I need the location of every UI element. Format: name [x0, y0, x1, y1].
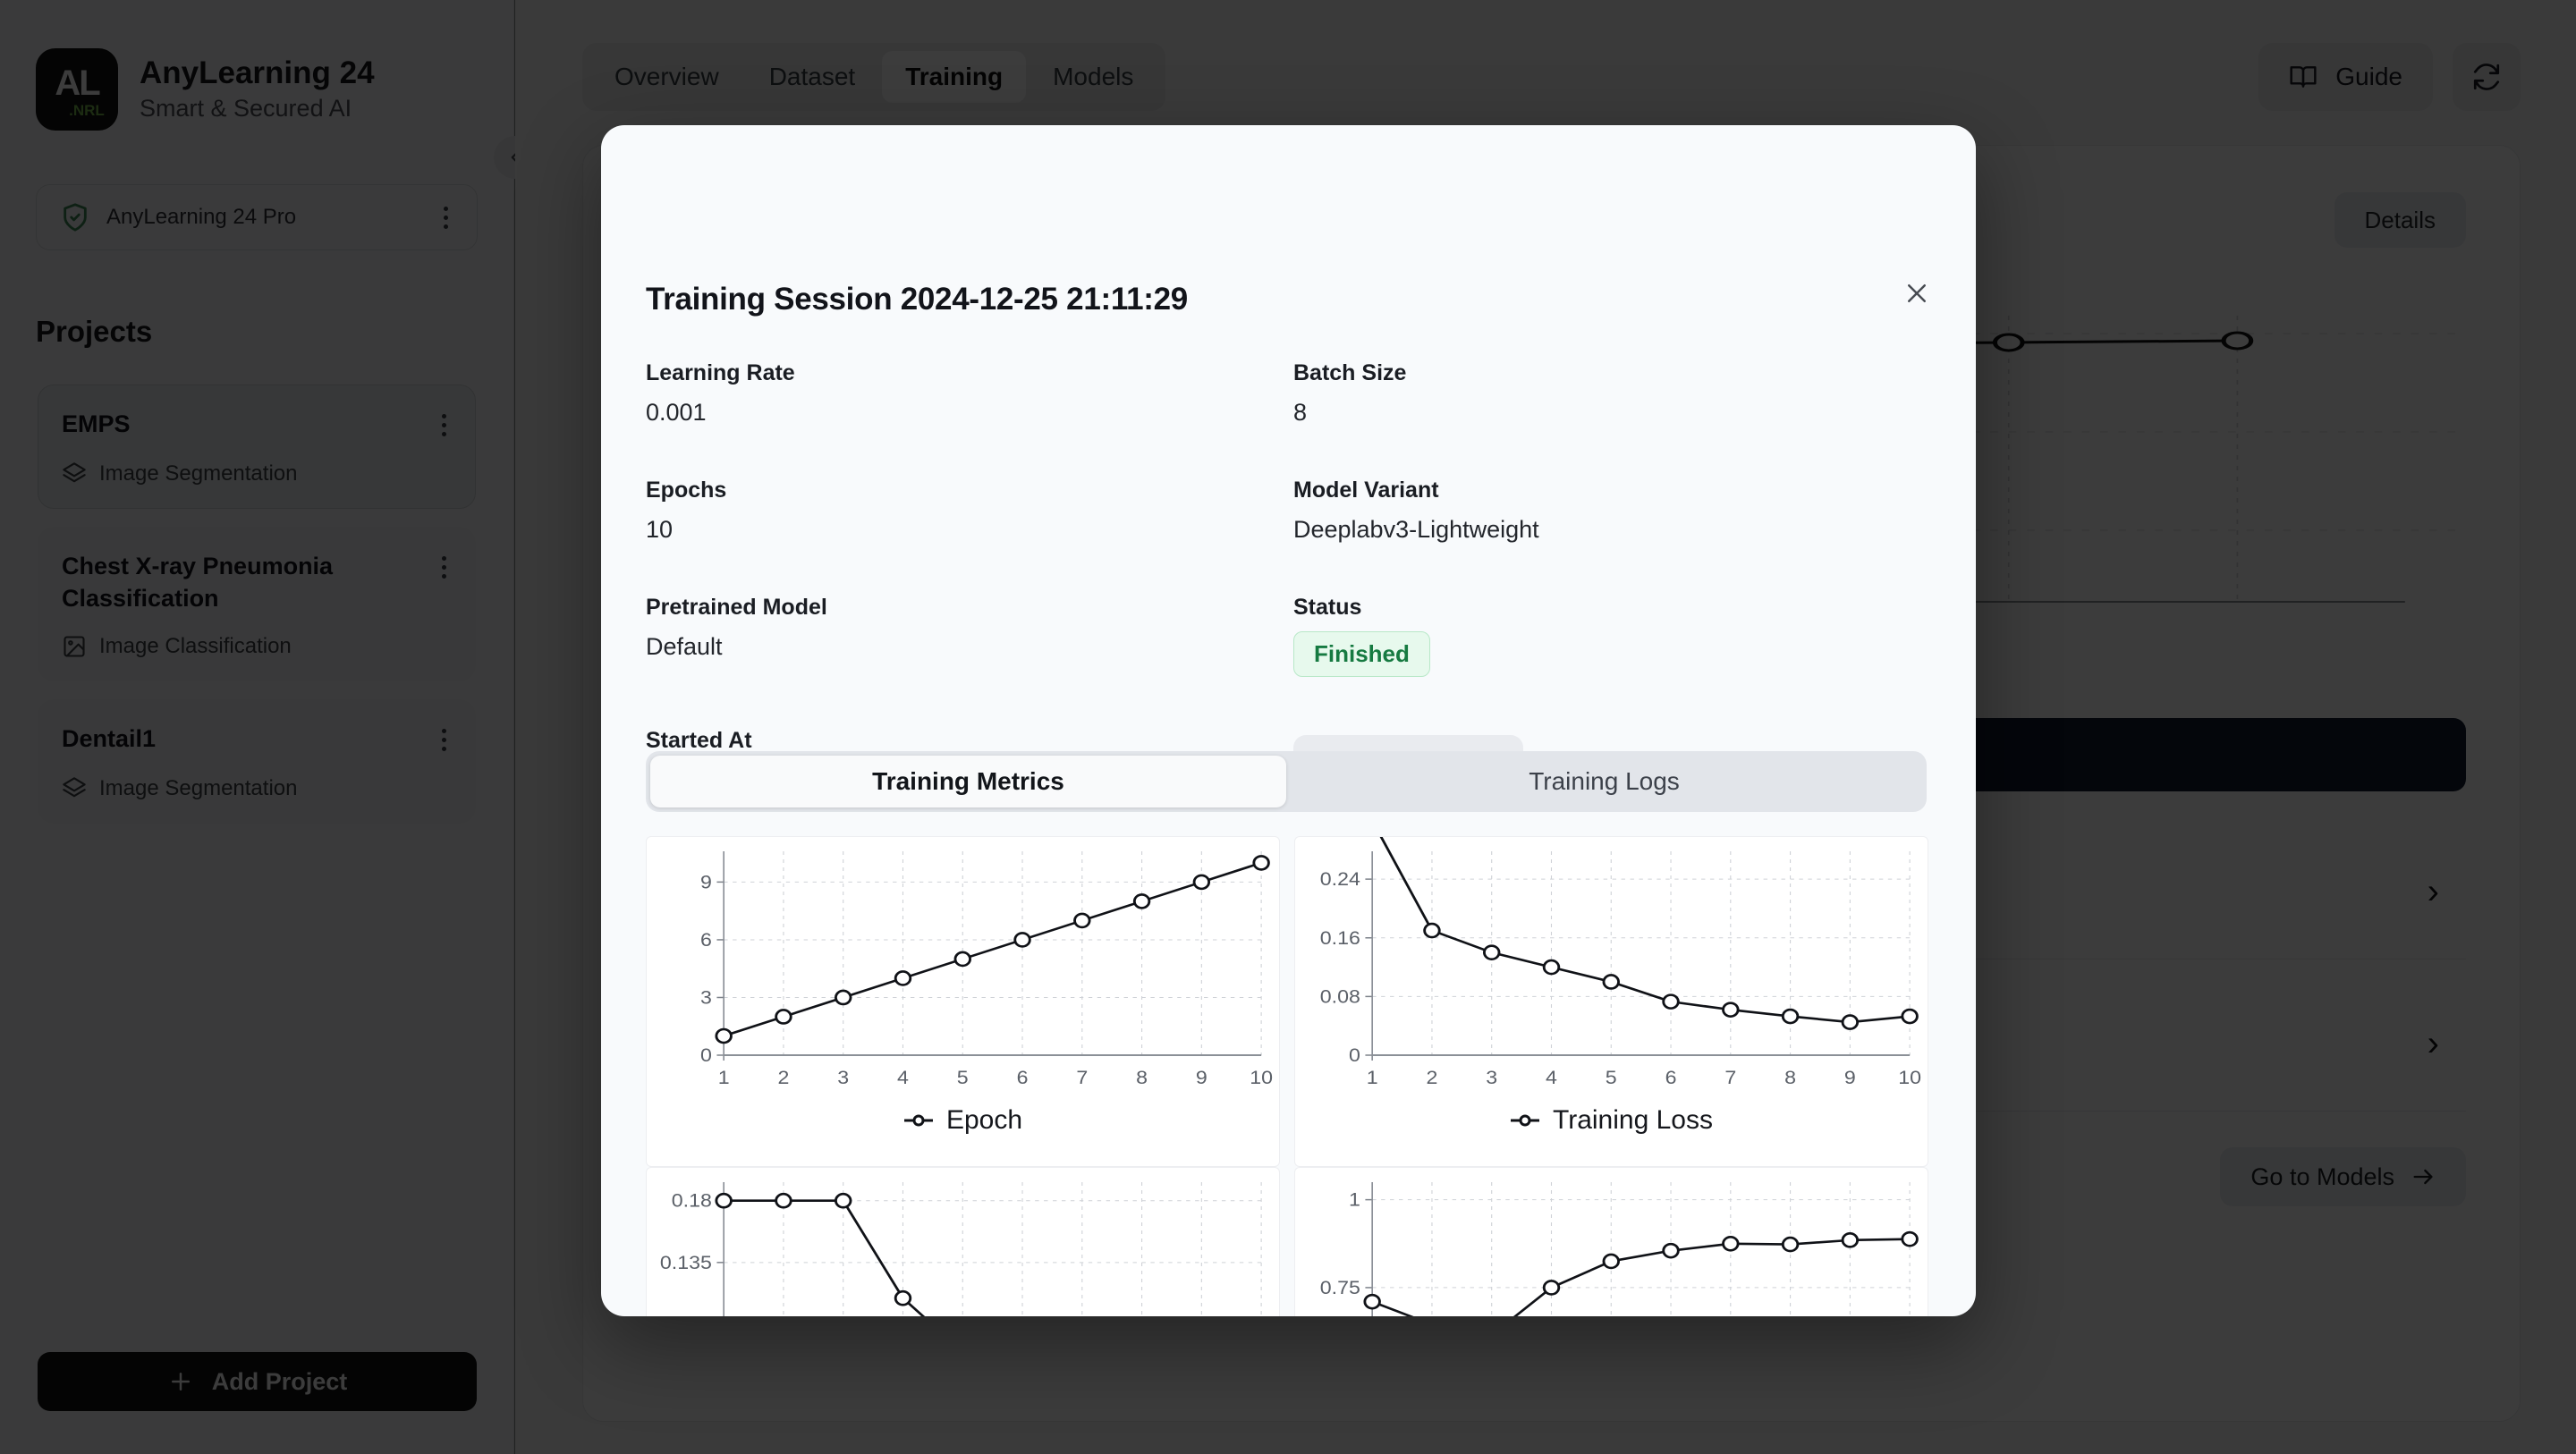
svg-text:4: 4: [1546, 1067, 1557, 1088]
tab-training-metrics[interactable]: Training Metrics: [650, 756, 1286, 807]
tab-training-logs[interactable]: Training Logs: [1286, 756, 1922, 807]
svg-text:0: 0: [1349, 1044, 1360, 1066]
training-session-modal: Training Session 2024-12-25 21:11:29 Lea…: [601, 125, 1976, 1316]
svg-text:4: 4: [897, 1067, 909, 1088]
svg-text:1: 1: [1349, 1189, 1360, 1211]
svg-text:3: 3: [1486, 1067, 1497, 1088]
field-label: Model Variant: [1293, 478, 1439, 503]
svg-text:0.75: 0.75: [1320, 1277, 1360, 1298]
field-label: Epochs: [646, 478, 727, 503]
svg-text:5: 5: [957, 1067, 969, 1088]
svg-text:0.135: 0.135: [660, 1252, 712, 1273]
session-details: Learning Rate 0.001 Batch Size 8 Epochs …: [646, 360, 1925, 794]
field-label: Batch Size: [1293, 360, 1407, 385]
metrics-chart-grid: 0 3 6 9 1 2 3 4 5 6 7 8 9 10 Epoch 0 0.08 0.16 0.24 1 2 3 4 5…: [646, 836, 1928, 1316]
field-label: Status: [1293, 595, 1362, 620]
svg-text:1: 1: [718, 1067, 730, 1088]
close-button[interactable]: [1894, 270, 1940, 317]
svg-text:0.09: 0.09: [672, 1314, 712, 1316]
svg-text:9: 9: [1196, 1067, 1208, 1088]
svg-text:7: 7: [1724, 1067, 1736, 1088]
chart-legend: Training Loss: [1295, 1105, 1928, 1136]
chart-legend-label: Epoch: [945, 1105, 1023, 1135]
chart-card-training-loss: 0 0.08 0.16 0.24 1 2 3 4 5 6 7 8 9 10 Training Loss: [1294, 836, 1928, 1167]
svg-text:10: 10: [1898, 1067, 1921, 1088]
svg-text:6: 6: [1017, 1067, 1029, 1088]
svg-text:0.08: 0.08: [1320, 985, 1360, 1007]
status-badge: Finished: [1293, 631, 1430, 677]
svg-text:10: 10: [1250, 1067, 1273, 1088]
learning-rate-chart: 0.090.1350.1812345678910: [660, 1182, 1262, 1316]
field-learning-rate: Learning Rate 0.001: [646, 360, 1293, 427]
field-label: Started At: [646, 728, 752, 753]
svg-text:5: 5: [1606, 1067, 1617, 1088]
field-model-variant: Model Variant Deeplabv3-Lightweight: [1293, 478, 1925, 544]
svg-text:0.24: 0.24: [1320, 868, 1360, 890]
field-label: Learning Rate: [646, 360, 795, 385]
svg-text:3: 3: [700, 986, 712, 1008]
training-loss-chart: 0 0.08 0.16 0.24 1 2 3 4 5 6 7 8 9 10: [1320, 837, 1921, 1088]
chart-legend: Epoch: [647, 1105, 1279, 1136]
epoch-chart: 03691 2 3 4 5 6 7 8 9 10: [700, 851, 1273, 1088]
legend-marker-icon: [1511, 1114, 1539, 1127]
svg-text:1: 1: [1367, 1067, 1378, 1088]
svg-text:6: 6: [1665, 1067, 1677, 1088]
chart-legend-label: Training Loss: [1553, 1105, 1713, 1135]
svg-text:6: 6: [700, 929, 712, 951]
field-value: 10: [646, 516, 674, 543]
svg-text:2: 2: [1426, 1067, 1437, 1088]
close-icon: [1903, 280, 1930, 307]
chart-card-learning-rate: 0.090.1350.1812345678910: [646, 1167, 1280, 1316]
validation-iou-chart: 0.50.75112345678910: [1320, 1182, 1919, 1316]
field-value: 8: [1293, 399, 1308, 426]
field-value: 0.001: [646, 399, 707, 426]
svg-text:9: 9: [1844, 1067, 1856, 1088]
field-status: Status Finished: [1293, 595, 1925, 677]
modal-title: Training Session 2024-12-25 21:11:29: [646, 282, 1188, 317]
field-value: Deeplabv3-Lightweight: [1293, 516, 1539, 543]
svg-text:8: 8: [1136, 1067, 1148, 1088]
chart-card-validation-iou: 0.50.75112345678910: [1294, 1167, 1928, 1316]
svg-text:7: 7: [1076, 1067, 1088, 1088]
chart-card-epoch: 0 3 6 9 1 2 3 4 5 6 7 8 9 10 Epoch: [646, 836, 1280, 1167]
svg-text:9: 9: [700, 871, 712, 892]
svg-text:8: 8: [1784, 1067, 1796, 1088]
field-label: Pretrained Model: [646, 595, 827, 620]
svg-text:0.18: 0.18: [672, 1190, 712, 1212]
field-value: Default: [646, 633, 723, 660]
modal-tab-switcher: Training Metrics Training Logs: [646, 751, 1927, 812]
svg-text:3: 3: [837, 1067, 849, 1088]
field-epochs: Epochs 10: [646, 478, 1293, 544]
field-batch-size: Batch Size 8: [1293, 360, 1925, 427]
svg-text:0: 0: [700, 1044, 712, 1066]
field-pretrained-model: Pretrained Model Default: [646, 595, 1293, 677]
svg-text:2: 2: [777, 1067, 789, 1088]
svg-text:0.16: 0.16: [1320, 927, 1360, 949]
legend-marker-icon: [903, 1114, 933, 1127]
